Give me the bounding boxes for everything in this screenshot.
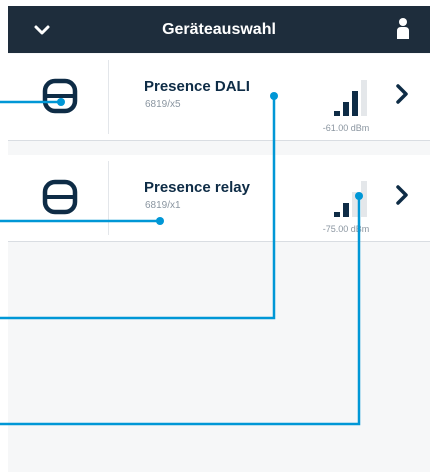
signal-dbm: -61.00 dBm: [322, 123, 370, 133]
app-header: Geräteauswahl: [8, 6, 430, 53]
device-code: 6819/x5: [145, 99, 181, 110]
page-title: Geräteauswahl: [162, 21, 276, 38]
user-icon[interactable]: [396, 17, 410, 41]
signal-strength-icon: [334, 80, 367, 116]
device-icon: [42, 78, 78, 114]
signal-strength-icon: [334, 181, 367, 217]
device-name: Presence DALI: [144, 78, 250, 95]
row-divider: [108, 161, 109, 235]
device-name: Presence relay: [144, 179, 250, 196]
device-icon: [42, 179, 78, 215]
row-divider: [108, 60, 109, 134]
device-code: 6819/x1: [145, 200, 181, 211]
signal-dbm: -75.00 dBm: [322, 224, 370, 234]
device-row[interactable]: Presence relay 6819/x1 -75.00 dBm: [8, 155, 430, 242]
device-selection-screen: Geräteauswahl Presence DALI 6819/x5 -61.…: [8, 6, 430, 472]
chevron-right-icon[interactable]: [395, 184, 409, 206]
chevron-right-icon[interactable]: [395, 83, 409, 105]
device-row[interactable]: Presence DALI 6819/x5 -61.00 dBm: [8, 54, 430, 141]
